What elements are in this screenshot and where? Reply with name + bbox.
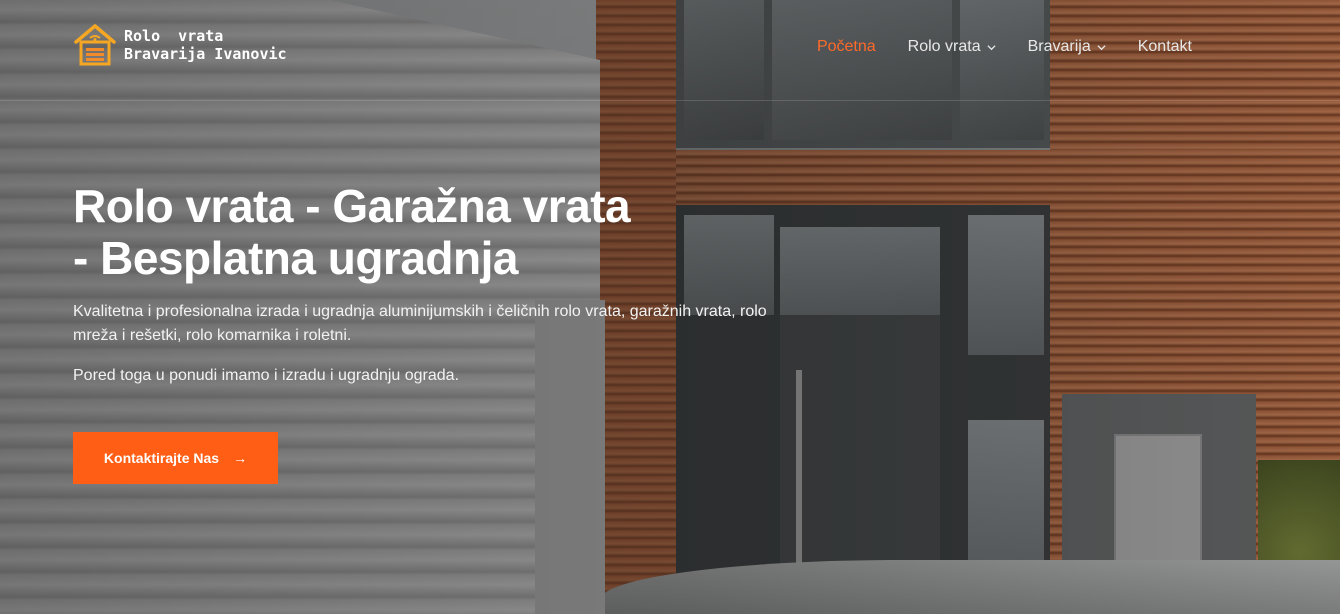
- hero-content: Rolo vrata - Garažna vrata - Besplatna u…: [73, 180, 793, 388]
- nav-item-bravarija[interactable]: Bravarija: [1028, 38, 1106, 56]
- logo-line1: Rolo vrata: [124, 27, 224, 45]
- nav-item-label: Bravarija: [1027, 38, 1091, 55]
- hero-title-line2: - Besplatna ugradnja: [73, 232, 518, 284]
- nav-item-kontakt[interactable]: Kontakt: [1138, 38, 1192, 56]
- garage-house-icon: [74, 24, 116, 66]
- main-nav: Početna Rolo vrata Bravarija Kontakt: [817, 38, 1192, 56]
- site-header: Rolo vrata Bravarija Ivanovic Početna Ro…: [0, 0, 1340, 101]
- chevron-down-icon: [987, 44, 996, 50]
- arrow-right-icon: →: [233, 450, 248, 466]
- nav-item-rolo-vrata[interactable]: Rolo vrata: [908, 38, 996, 56]
- hero-title-line1: Rolo vrata - Garažna vrata: [73, 180, 631, 232]
- hero-description-secondary: Pored toga u ponudi imamo i izradu i ugr…: [73, 367, 460, 384]
- site-logo[interactable]: Rolo vrata Bravarija Ivanovic: [72, 22, 287, 68]
- hero-title: Rolo vrata - Garažna vrata - Besplatna u…: [73, 180, 793, 284]
- logo-text: Rolo vrata Bravarija Ivanovic: [124, 27, 287, 63]
- contact-us-button[interactable]: Kontaktirajte Nas →: [73, 432, 278, 484]
- nav-item-label: Početna: [816, 38, 876, 55]
- chevron-down-icon: [1097, 44, 1106, 50]
- hero-description: Kvalitetna i profesionalna izrada i ugra…: [73, 303, 767, 344]
- nav-item-label: Rolo vrata: [907, 38, 981, 55]
- nav-item-label: Kontakt: [1137, 38, 1192, 55]
- nav-item-pocetna[interactable]: Početna: [817, 38, 876, 56]
- contact-us-button-label: Kontaktirajte Nas: [103, 450, 220, 466]
- logo-line2: Bravarija Ivanovic: [124, 45, 287, 63]
